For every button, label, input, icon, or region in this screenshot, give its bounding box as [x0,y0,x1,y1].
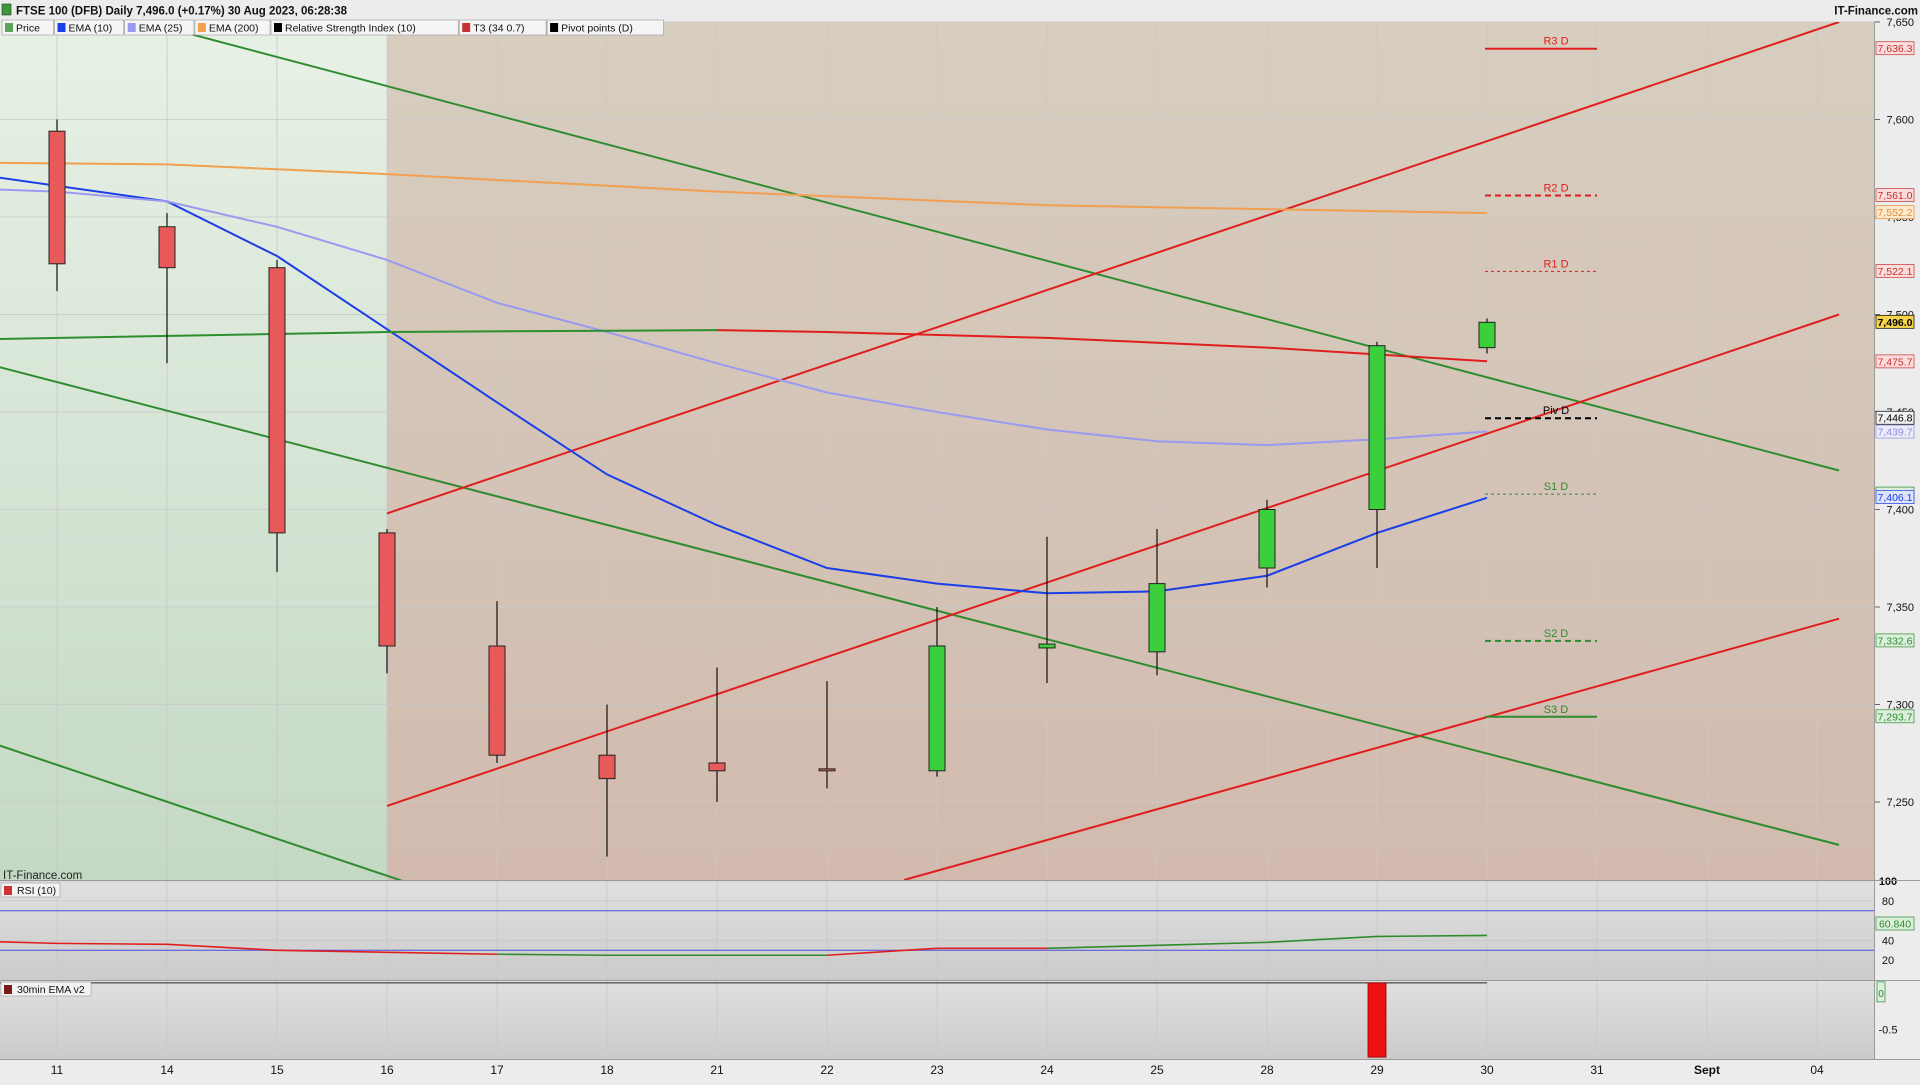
y-tick-label: 7,600 [1886,115,1914,127]
ema-indicator-title: 30min EMA v2 [17,984,85,996]
legend-swatch [5,23,13,32]
legend-swatch [57,23,66,32]
price-label: 7,552.2 [1877,207,1912,219]
price-label: 7,522.1 [1877,266,1912,278]
candle [1368,345,1386,511]
pivot-label: S2 D [1544,628,1569,640]
pivot-label: S3 D [1544,704,1569,716]
candle [158,226,176,269]
price-label: 7,496.0 [1877,317,1912,329]
legend-swatch [462,23,471,32]
legend-swatch [197,23,206,32]
candle [1148,583,1166,653]
rsi-title: RSI (10) [17,885,56,897]
pivot-label: S1 D [1544,481,1569,493]
x-tick-label: 23 [930,1063,944,1077]
indicator-zero-label: 0 [1878,989,1884,1000]
rsi-tick-label: 100 [1879,876,1897,888]
legend-label: EMA (10) [69,23,113,35]
candle [598,754,616,780]
legend-label: EMA (25) [139,23,183,35]
price-label: 7,475.7 [1877,356,1912,368]
candle [818,768,836,772]
legend-swatch [274,23,282,32]
pivot-label: R2 D [1543,183,1568,195]
rsi-value-label: 60.840 [1879,919,1911,931]
pivot-label: Piv D [1543,405,1569,417]
legend-label: EMA (200) [209,23,259,35]
x-tick-label: 24 [1040,1063,1054,1077]
chart-svg: R3 D R2 D R1 D Piv D S1 D S2 D S3 D 11 14 15 16 17… [0,0,1920,1080]
price-label: 7,439.7 [1877,427,1912,439]
legend-label: Pivot points (D) [561,23,633,35]
overlap-fill [387,22,1874,880]
x-tick-label: 17 [490,1063,504,1077]
x-tick-label: 21 [710,1063,724,1077]
x-tick-label: 22 [820,1063,834,1077]
candle [928,645,946,772]
x-tick-label: 28 [1260,1063,1274,1077]
rsi-title-icon [4,886,12,895]
x-tick-label: 15 [270,1063,284,1077]
legend-label: Relative Strength Index (10) [285,23,416,35]
candle [708,762,726,772]
rsi-line [496,953,608,957]
x-tick-label: 31 [1590,1063,1604,1077]
app-icon [1,3,12,16]
y-tick-label: 7,250 [1886,797,1914,809]
indicator-bar [1367,982,1387,1058]
candle [488,645,506,756]
x-tick-label: 16 [380,1063,394,1077]
legend-swatch [127,23,136,32]
candle [48,130,66,265]
y-tick-label: 7,350 [1886,602,1914,614]
candle [1258,509,1276,569]
legend-label: T3 (34 0.7) [473,23,524,35]
watermark: IT-Finance.com [3,870,82,882]
pivot-label: R3 D [1543,36,1568,48]
x-tick-label: Sept [1694,1063,1720,1077]
x-tick-label: 30 [1480,1063,1494,1077]
price-label: 7,332.6 [1877,635,1912,647]
indicator-tick-label: -0.5 [1879,1024,1898,1036]
pivot-label: R1 D [1543,258,1568,270]
ema-title-icon [4,985,12,994]
x-tick-label: 14 [160,1063,174,1077]
price-label: 7,446.8 [1877,413,1912,425]
brand: IT-Finance.com [1834,6,1918,18]
x-tick-label: 25 [1150,1063,1164,1077]
y-tick-label: 7,650 [1886,17,1914,29]
legend-swatch [550,23,559,32]
y-tick-label: 7,400 [1886,505,1914,517]
rsi-line [1376,934,1488,938]
x-tick-label: 29 [1370,1063,1384,1077]
candle [1478,321,1496,349]
legend-label: Price [16,23,40,35]
legend: Price EMA (10) EMA (25) EMA (200) Relative S… [1,19,664,36]
x-tick-label: 18 [600,1063,614,1077]
rsi-tick-label: 20 [1882,955,1894,967]
rsi-line [56,942,168,946]
price-label: 7,636.3 [1877,43,1912,55]
chart-title: FTSE 100 (DFB) Daily 7,496.0 (+0.17%) 30… [16,6,348,18]
candle [268,267,286,534]
price-label: 7,293.7 [1877,711,1912,723]
price-label: 7,406.1 [1877,492,1912,504]
rsi-tick-label: 40 [1882,935,1894,947]
candle [1038,643,1056,649]
candle [378,532,396,647]
x-tick-label: 04 [1810,1063,1824,1077]
price-chart: R3 D R2 D R1 D Piv D S1 D S2 D S3 D 11 14 15 16 17… [0,0,1920,1080]
price-label: 7,561.0 [1877,190,1912,202]
x-tick-label: 11 [51,1063,64,1077]
rsi-tick-label: 80 [1882,896,1894,908]
